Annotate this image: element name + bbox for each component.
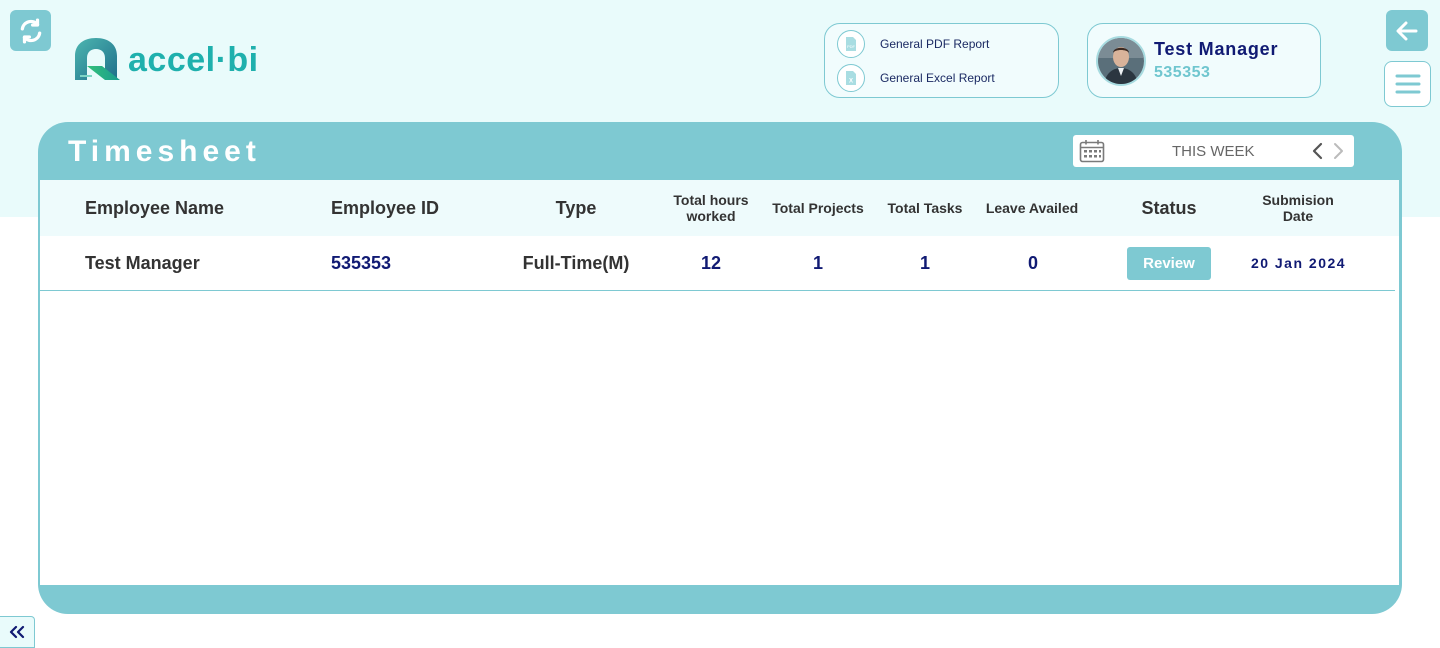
pdf-file-icon: PDF [837, 30, 865, 58]
col-type: Type [555, 197, 597, 218]
col-leave-availed: Leave Availed [985, 200, 1079, 216]
col-total-hours: Total hours worked [664, 180, 758, 236]
user-id: 535353 [1154, 64, 1211, 81]
svg-text:PDF: PDF [847, 44, 856, 49]
col-submission-line2: Date [1282, 208, 1314, 224]
timesheet-table: Employee Name Employee ID Type Total hou… [40, 180, 1399, 585]
cell-submission-date: 20 Jan 2024 [1250, 255, 1347, 271]
general-excel-report-link[interactable]: X General Excel Report [837, 64, 995, 92]
col-submission-line1: Submision [1262, 192, 1334, 208]
col-submission-date: Submision Date [1248, 180, 1348, 236]
cell-leave-availed: 0 [1027, 252, 1038, 273]
pdf-report-label: General PDF Report [880, 37, 990, 51]
review-button[interactable]: Review [1127, 247, 1211, 280]
col-total-hours-line2: worked [686, 208, 736, 224]
col-total-hours-line1: Total hours [673, 192, 749, 208]
svg-text:X: X [849, 79, 853, 85]
col-total-projects: Total Projects [772, 200, 864, 216]
refresh-button[interactable] [10, 10, 51, 51]
cell-employee-id: 535353 [331, 252, 392, 273]
timesheet-panel: Timesheet THIS WEEK Employee Name Employ… [38, 122, 1402, 614]
week-picker[interactable]: THIS WEEK [1073, 135, 1354, 167]
arrow-left-icon [1396, 21, 1418, 40]
refresh-icon [20, 18, 41, 43]
col-status: Status [1141, 197, 1197, 218]
user-profile-card[interactable]: Test Manager 535353 [1087, 23, 1321, 98]
cell-total-hours: 12 [700, 252, 722, 273]
table-row[interactable]: Test Manager 535353 Full-Time(M) 12 1 1 … [40, 236, 1395, 291]
cell-employee-name: Test Manager [85, 252, 200, 273]
accel-bi-logo: accel·bi [72, 35, 259, 85]
reports-card: PDF General PDF Report X General Excel R… [824, 23, 1059, 98]
hamburger-menu-icon [1395, 74, 1420, 94]
logo-mark-icon [75, 38, 120, 80]
chevron-left-icon[interactable] [1311, 141, 1325, 161]
logo-text: accel·bi [128, 40, 259, 79]
calendar-icon [1079, 140, 1105, 163]
menu-button[interactable] [1384, 61, 1431, 107]
col-employee-name: Employee Name [85, 197, 225, 218]
back-button[interactable] [1386, 10, 1428, 51]
avatar [1096, 36, 1146, 86]
col-employee-id: Employee ID [331, 197, 440, 218]
col-total-tasks: Total Tasks [887, 200, 963, 216]
table-header: Employee Name Employee ID Type Total hou… [40, 180, 1399, 236]
week-label: THIS WEEK [1172, 143, 1255, 160]
double-chevron-left-icon [9, 625, 25, 639]
general-pdf-report-link[interactable]: PDF General PDF Report [837, 30, 989, 58]
cell-total-projects: 1 [812, 252, 823, 273]
excel-report-label: General Excel Report [880, 71, 995, 85]
user-name: Test Manager [1154, 39, 1279, 59]
chevron-right-icon[interactable] [1331, 141, 1345, 161]
cell-type: Full-Time(M) [522, 252, 630, 273]
excel-file-icon: X [837, 64, 865, 92]
cell-total-tasks: 1 [919, 252, 930, 273]
panel-title: Timesheet [68, 135, 261, 168]
collapse-sidebar-button[interactable] [0, 616, 35, 648]
